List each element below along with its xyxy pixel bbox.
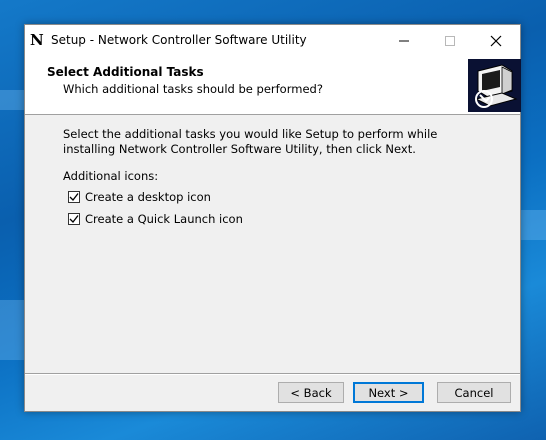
page-title: Select Additional Tasks <box>47 65 204 79</box>
minimize-button[interactable] <box>381 25 427 56</box>
setup-dialog: N Setup - Network Controller Software Ut… <box>24 24 521 412</box>
footer-divider <box>25 373 520 375</box>
window-title: Setup - Network Controller Software Util… <box>51 33 307 47</box>
wizard-computer-icon <box>468 59 521 112</box>
back-button[interactable]: < Back <box>278 382 344 403</box>
task-quick-launch-icon[interactable]: Create a Quick Launch icon <box>68 212 243 226</box>
checkbox-desktop-icon[interactable] <box>68 191 80 203</box>
maximize-icon <box>445 36 455 46</box>
next-button[interactable]: Next > <box>353 382 424 403</box>
cancel-button[interactable]: Cancel <box>437 382 511 403</box>
wizard-content: Select the additional tasks you would li… <box>25 115 520 345</box>
task-desktop-icon[interactable]: Create a desktop icon <box>68 190 211 204</box>
close-icon <box>490 35 502 47</box>
desktop-streak <box>0 300 24 360</box>
page-subtitle: Which additional tasks should be perform… <box>63 82 323 96</box>
check-icon <box>69 193 79 201</box>
title-bar[interactable]: N Setup - Network Controller Software Ut… <box>25 25 520 56</box>
check-icon <box>69 215 79 223</box>
desktop-streak <box>521 210 546 240</box>
task-label: Create a desktop icon <box>85 190 211 204</box>
task-label: Create a Quick Launch icon <box>85 212 243 226</box>
app-icon: N <box>30 31 44 49</box>
close-button[interactable] <box>473 25 519 56</box>
minimize-icon <box>399 40 409 42</box>
checkbox-quick-launch-icon[interactable] <box>68 213 80 225</box>
maximize-button[interactable] <box>427 25 473 56</box>
wizard-header: Select Additional Tasks Which additional… <box>25 56 521 115</box>
instructions-text: Select the additional tasks you would li… <box>63 127 438 156</box>
additional-icons-label: Additional icons: <box>63 169 159 183</box>
desktop-streak <box>0 90 24 110</box>
